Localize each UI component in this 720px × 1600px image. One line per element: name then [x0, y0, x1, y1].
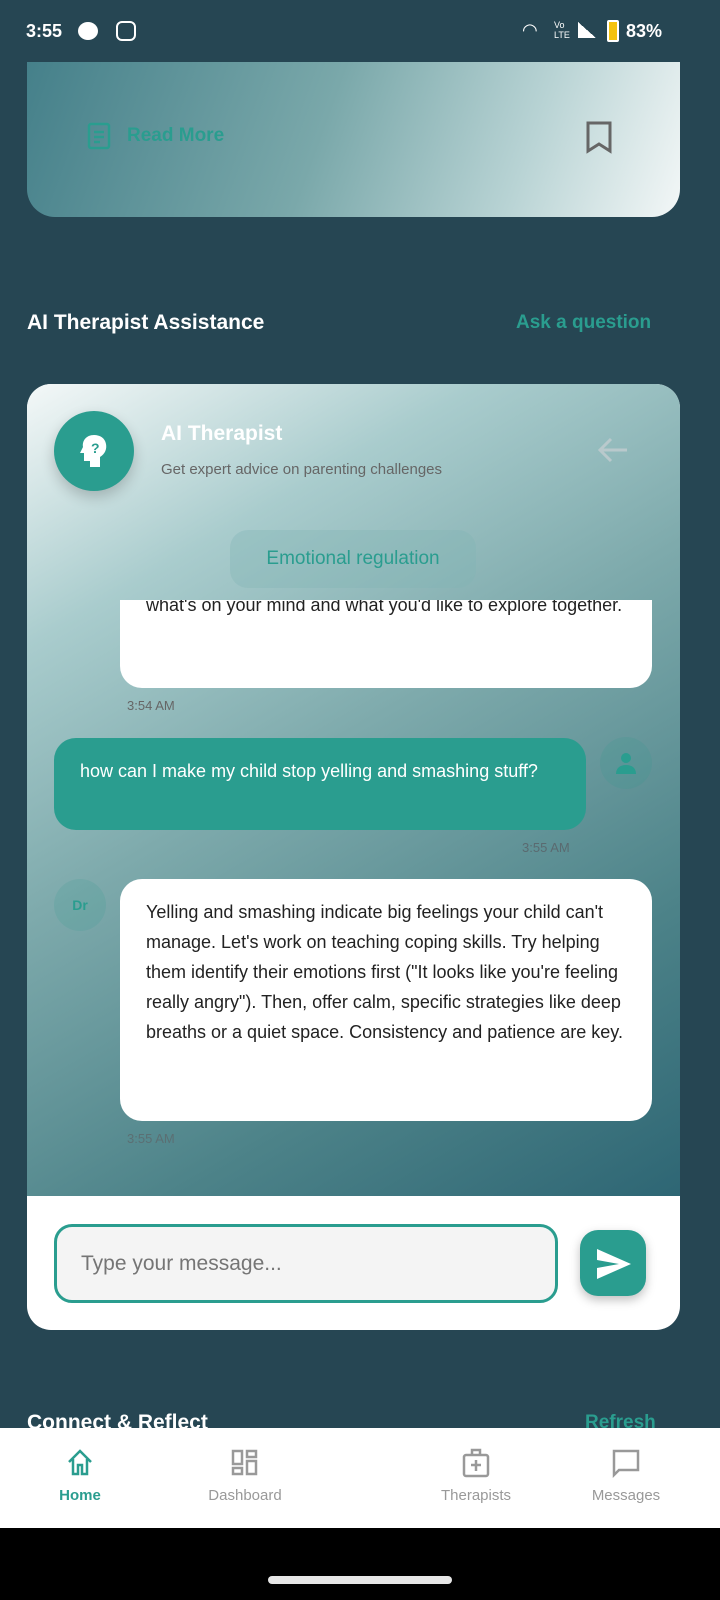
back-arrow-icon[interactable] — [597, 436, 629, 464]
system-nav-bar — [0, 1528, 720, 1600]
bot-message: Yelling and smashing indicate big feelin… — [120, 879, 652, 1121]
notification-icon — [78, 22, 98, 40]
nav-messages[interactable]: Messages — [556, 1428, 696, 1528]
status-bar: 3:55 ◠ Vo LTE 83% — [0, 0, 720, 62]
chat-subtitle: Get expert advice on parenting challenge… — [161, 461, 443, 478]
person-icon — [616, 753, 636, 774]
home-icon — [68, 1449, 92, 1476]
wifi-icon: ◠ — [522, 20, 538, 40]
nav-label: Therapists — [440, 1487, 512, 1504]
volte-icon: Vo LTE — [554, 20, 570, 40]
read-more-button[interactable]: Read More — [87, 122, 224, 150]
message-text: Yelling and smashing indicate big feelin… — [146, 902, 623, 1042]
therapist-avatar: Dr — [54, 879, 106, 931]
send-icon — [597, 1249, 631, 1279]
medical-bag-icon — [462, 1448, 490, 1478]
dashboard-icon — [231, 1449, 258, 1476]
bottom-nav: Home Dashboard Therapists Messages — [0, 1428, 720, 1528]
nav-dashboard[interactable]: Dashboard — [175, 1428, 315, 1528]
article-card: Read More — [27, 62, 680, 217]
psychology-icon: ? — [80, 435, 107, 467]
message-text: what's on your mind and what you'd like … — [146, 600, 623, 615]
status-time: 3:55 — [26, 21, 63, 41]
message-time: 3:54 AM — [127, 698, 175, 713]
instagram-icon — [116, 21, 136, 41]
ai-avatar: ? — [54, 411, 134, 491]
battery-icon — [607, 20, 619, 42]
battery-level: 83% — [626, 21, 663, 41]
ask-question-link[interactable]: Ask a question — [516, 312, 651, 334]
home-handle[interactable] — [268, 1576, 452, 1584]
nav-home[interactable]: Home — [10, 1428, 150, 1528]
message-list[interactable]: what's on your mind and what you'd like … — [27, 600, 680, 1196]
bot-message: what's on your mind and what you'd like … — [120, 600, 652, 688]
article-icon — [87, 122, 111, 150]
user-message: how can I make my child stop yelling and… — [54, 738, 586, 830]
message-time: 3:55 AM — [127, 1131, 175, 1146]
message-text: how can I make my child stop yelling and… — [80, 761, 538, 781]
bookmark-icon[interactable] — [585, 120, 613, 154]
nav-therapists[interactable]: Therapists — [406, 1428, 546, 1528]
user-avatar — [600, 737, 652, 789]
nav-label: Dashboard — [208, 1487, 282, 1504]
send-button[interactable] — [580, 1230, 646, 1296]
read-more-label: Read More — [127, 125, 225, 146]
ai-therapist-card: ? AI Therapist Get expert advice on pare… — [27, 384, 680, 1330]
message-input[interactable] — [54, 1224, 558, 1303]
nav-label: Home — [59, 1487, 101, 1504]
topic-chip[interactable]: Emotional regulation — [230, 530, 476, 588]
chat-title: AI Therapist — [161, 422, 283, 445]
section-title: AI Therapist Assistance — [27, 311, 265, 334]
svg-text:?: ? — [91, 440, 100, 456]
signal-icon — [578, 22, 596, 38]
message-time: 3:55 AM — [522, 840, 570, 855]
nav-label: Messages — [591, 1487, 661, 1504]
chat-bubble-icon — [612, 1449, 640, 1478]
